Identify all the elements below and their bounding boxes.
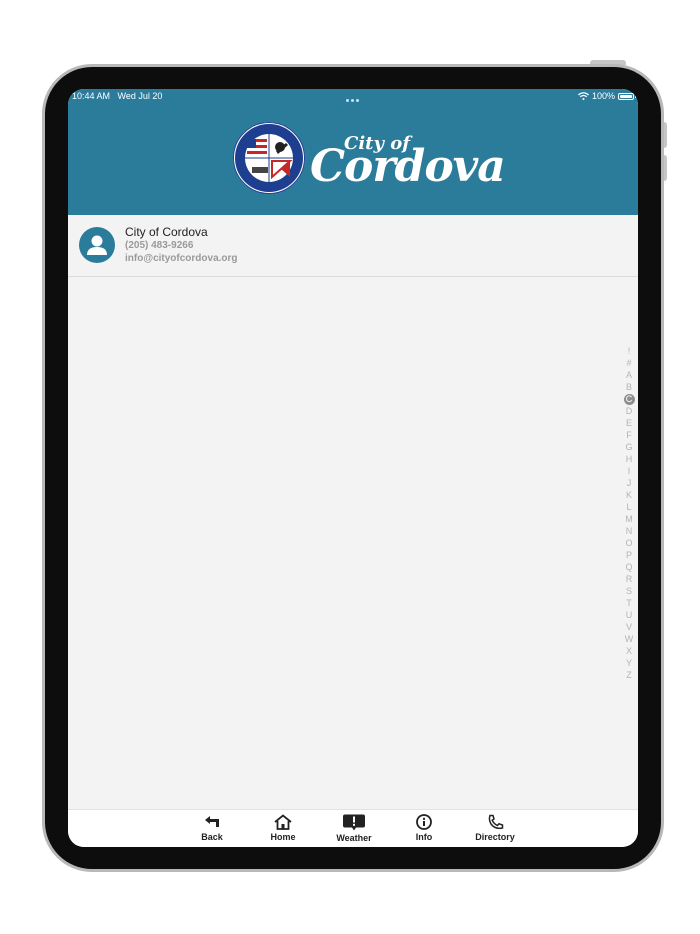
index-letter[interactable]: Z [623, 669, 635, 681]
index-letter[interactable]: S [623, 585, 635, 597]
tab-info[interactable]: Info [394, 814, 454, 846]
wifi-icon [578, 92, 589, 100]
tab-directory[interactable]: Directory [465, 814, 525, 846]
status-date-text: Wed Jul 20 [117, 91, 163, 101]
alphabet-index[interactable]: ! # A B C D E F G H I J K L M N O P Q R S T U V W X Y Z [622, 345, 636, 681]
index-letter[interactable]: L [623, 501, 635, 513]
logo-cordova-text: Cordova [310, 141, 506, 192]
battery-icon [618, 92, 636, 100]
city-seal-icon [233, 122, 305, 194]
index-letter[interactable]: M [623, 513, 635, 525]
back-arrow-icon [205, 816, 219, 827]
index-letter[interactable]: F [623, 429, 635, 441]
index-letter[interactable]: O [623, 537, 635, 549]
index-letter[interactable]: Q [623, 561, 635, 573]
index-letter[interactable]: Y [623, 657, 635, 669]
index-letter[interactable]: W [623, 633, 635, 645]
contact-name: City of Cordova [125, 225, 208, 239]
index-letter[interactable]: V [623, 621, 635, 633]
info-icon [416, 814, 432, 830]
index-letter[interactable]: P [623, 549, 635, 561]
weather-alert-icon [343, 814, 365, 831]
contact-email[interactable]: info@cityofcordova.org [125, 253, 238, 264]
index-letter[interactable]: E [623, 417, 635, 429]
tab-weather-label: Weather [336, 833, 372, 843]
status-indicators: 100% [578, 89, 636, 103]
index-letter[interactable]: J [623, 477, 635, 489]
status-time: 10:44 AM Wed Jul 20 [72, 89, 162, 103]
tab-weather[interactable]: Weather [324, 814, 384, 846]
tab-info-label: Info [415, 832, 433, 842]
multitasking-dots-icon[interactable] [346, 92, 362, 102]
index-letter[interactable]: I [623, 465, 635, 477]
status-bar: 10:44 AM Wed Jul 20 100% [68, 89, 638, 103]
index-letter[interactable]: B [623, 381, 635, 393]
tab-home-label: Home [270, 832, 296, 842]
index-letter[interactable]: G [623, 441, 635, 453]
index-letter[interactable]: R [623, 573, 635, 585]
contact-list-item[interactable]: City of Cordova (205) 483-9266 info@city… [68, 215, 638, 277]
tab-directory-label: Directory [475, 832, 515, 842]
tab-home[interactable]: Home [253, 814, 313, 846]
index-letter[interactable]: X [623, 645, 635, 657]
app-header: 10:44 AM Wed Jul 20 100% City of Cordova [68, 89, 638, 215]
app-screen: 10:44 AM Wed Jul 20 100% City of Cordova… [68, 89, 638, 847]
index-letter[interactable]: C [623, 393, 635, 405]
phone-icon [488, 814, 504, 830]
index-letter[interactable]: N [623, 525, 635, 537]
status-time-text: 10:44 AM [72, 91, 111, 101]
index-letter[interactable]: D [623, 405, 635, 417]
home-icon [274, 814, 292, 830]
tab-back[interactable]: Back [182, 814, 242, 846]
index-letter[interactable]: T [623, 597, 635, 609]
index-letter[interactable]: U [623, 609, 635, 621]
index-letter[interactable]: H [623, 453, 635, 465]
battery-percent: 100% [591, 91, 615, 101]
index-letter[interactable]: K [623, 489, 635, 501]
index-letter[interactable]: A [623, 369, 635, 381]
person-avatar-icon [79, 227, 115, 263]
tab-back-label: Back [201, 832, 223, 842]
bottom-tab-bar: Back Home Weather Info Directory [68, 809, 638, 847]
contact-phone[interactable]: (205) 483-9266 [125, 240, 193, 251]
index-letter[interactable]: # [623, 357, 635, 369]
index-letter[interactable]: ! [623, 345, 635, 357]
